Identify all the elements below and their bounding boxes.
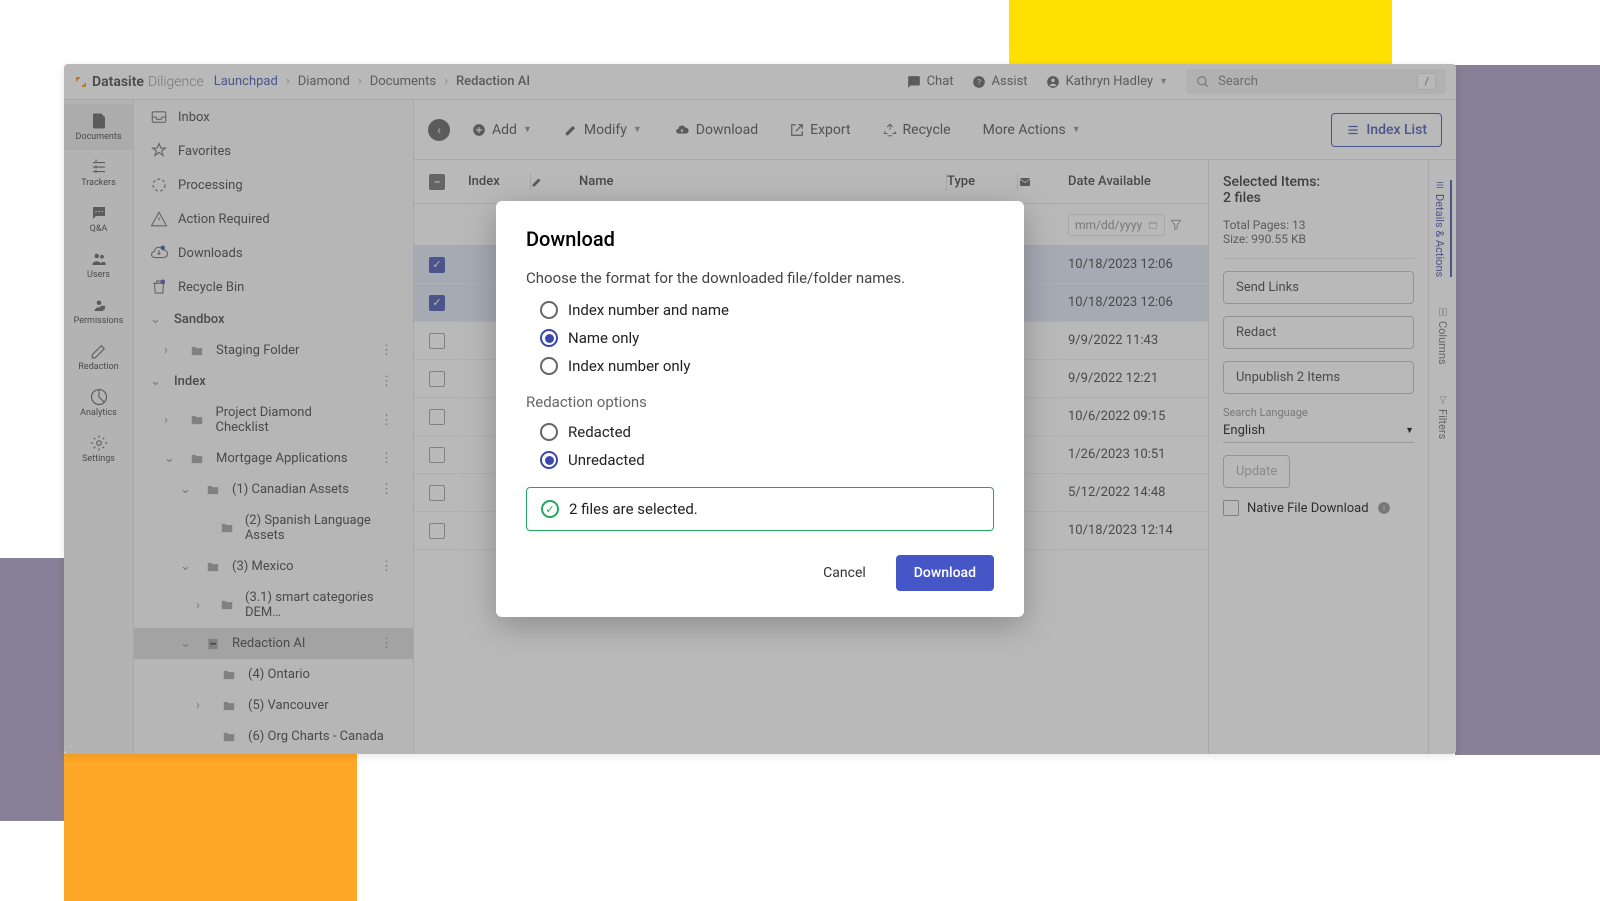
cancel-button[interactable]: Cancel: [805, 555, 884, 591]
bg-yellow: [1009, 0, 1392, 64]
radio-unredacted[interactable]: Unredacted: [540, 451, 994, 469]
modal-title: Download: [526, 227, 994, 251]
modal-overlay[interactable]: Download Choose the format for the downl…: [64, 64, 1456, 754]
app-window: DatasiteDiligence Launchpad › Diamond › …: [64, 64, 1456, 754]
format-radio-group: Index number and name Name only Index nu…: [526, 301, 994, 375]
check-circle-icon: ✓: [541, 500, 559, 518]
radio-index-only[interactable]: Index number only: [540, 357, 994, 375]
status-banner: ✓ 2 files are selected.: [526, 487, 994, 531]
download-confirm-button[interactable]: Download: [896, 555, 994, 591]
bg-gray-left: [0, 558, 64, 821]
radio-name-only[interactable]: Name only: [540, 329, 994, 347]
radio-index-and-name[interactable]: Index number and name: [540, 301, 994, 319]
modal-subtitle: Choose the format for the downloaded fil…: [526, 269, 994, 287]
bg-gray-right: [1455, 65, 1600, 755]
bg-orange: [64, 753, 357, 901]
radio-redacted[interactable]: Redacted: [540, 423, 994, 441]
download-modal: Download Choose the format for the downl…: [496, 201, 1024, 617]
redaction-label: Redaction options: [526, 393, 994, 411]
redaction-radio-group: Redacted Unredacted: [526, 423, 994, 469]
